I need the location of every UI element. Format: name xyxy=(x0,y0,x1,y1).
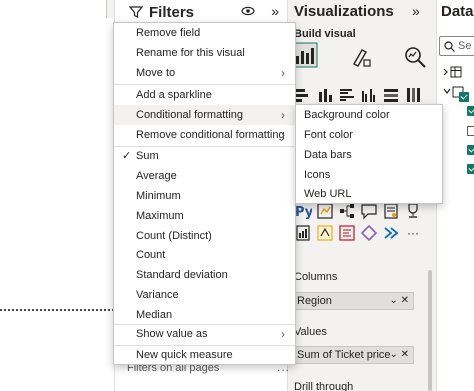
pill-expand-remove-icon[interactable]: ⌄ ✕ xyxy=(389,295,409,306)
chevron-right-icon: › xyxy=(281,66,285,80)
chevron-right-icon: › xyxy=(281,327,285,341)
menu-remove-field[interactable]: Remove field xyxy=(114,23,295,43)
visual-border-dotted xyxy=(0,309,114,311)
report-canvas[interactable] xyxy=(0,0,114,391)
chevron-right-icon: › xyxy=(281,108,285,122)
clustered-column-chart-icon[interactable] xyxy=(360,86,378,104)
decomposition-tree-icon[interactable] xyxy=(338,202,356,220)
values-pill-expand-remove-icon[interactable]: ⌄ ✕ xyxy=(389,349,409,360)
menu-agg-average[interactable]: Average xyxy=(114,166,295,186)
menu-rename-for-visual[interactable]: Rename for this visual xyxy=(114,43,295,63)
drill-through-label: Drill through xyxy=(294,381,354,391)
columns-field-pill[interactable]: Region ⌄ ✕ xyxy=(292,292,414,310)
power-automate-icon[interactable] xyxy=(338,224,356,242)
submenu-data-bars[interactable]: Data bars xyxy=(296,145,442,165)
collapse-filters-icon[interactable]: » xyxy=(271,3,279,19)
menu-item-label: Add a sparkline xyxy=(136,89,212,101)
menu-item-label: Show value as xyxy=(136,328,208,340)
menu-conditional-formatting[interactable]: Conditional formatting › xyxy=(114,105,295,125)
menu-agg-sum[interactable]: ✓ Sum xyxy=(114,146,295,166)
clustered-bar-chart-icon[interactable] xyxy=(338,86,356,104)
menu-item-label: Maximum xyxy=(136,210,184,222)
menu-move-to[interactable]: Move to › xyxy=(114,63,295,83)
menu-item-label: Average xyxy=(136,170,177,182)
menu-remove-conditional-formatting[interactable]: Remove conditional formatting › xyxy=(114,125,295,145)
menu-item-label: Count (Distinct) xyxy=(136,230,212,242)
field-checkbox-3[interactable] xyxy=(467,164,474,174)
chevron-right-icon: › xyxy=(281,128,285,142)
python-visual-icon[interactable]: Py xyxy=(294,202,312,220)
menu-agg-minimum[interactable]: Minimum xyxy=(114,186,295,206)
data-search-placeholder: Se xyxy=(458,40,472,52)
svg-text:Py: Py xyxy=(295,205,312,220)
menu-item-label: Conditional formatting xyxy=(136,109,244,121)
menu-show-value-as[interactable]: Show value as › xyxy=(114,324,295,344)
data-search-input[interactable]: Se xyxy=(439,36,474,56)
menu-item-label: Count xyxy=(136,249,166,261)
menu-item-label: Standard deviation xyxy=(136,269,228,281)
columns-field-name: Region xyxy=(297,295,332,307)
checkmark-icon: ✓ xyxy=(122,150,132,162)
field-checkbox-2[interactable] xyxy=(467,145,474,155)
values-field-name: Sum of Ticket price xyxy=(297,349,391,361)
paginated-report-icon[interactable] xyxy=(294,224,312,242)
submenu-background-color[interactable]: Background color xyxy=(296,105,442,125)
filters-title: Filters xyxy=(149,3,195,21)
smart-narrative-icon[interactable] xyxy=(382,202,400,220)
goals-trophy-icon[interactable] xyxy=(404,202,422,220)
menu-item-label: Move to xyxy=(136,67,176,79)
values-well-label: Values xyxy=(294,326,327,338)
menu-item-label: Sum xyxy=(136,150,159,162)
canvas-edge xyxy=(106,0,114,18)
stacked-bar-chart-icon[interactable] xyxy=(294,86,312,104)
viz-mode-tabs xyxy=(288,42,436,72)
menu-item-label: Variance xyxy=(136,289,179,301)
stacked-column-chart-icon[interactable] xyxy=(316,86,334,104)
menu-item-label: New quick measure xyxy=(136,349,233,361)
collapse-viz-icon[interactable]: » xyxy=(412,3,420,19)
key-influencers-icon[interactable] xyxy=(316,202,334,220)
more-visuals-icon[interactable]: ··· xyxy=(404,224,422,242)
build-visual-label: Build visual xyxy=(294,28,356,40)
submenu-web-url[interactable]: Web URL xyxy=(296,184,442,204)
viz-pane-scrollbar[interactable] xyxy=(428,270,432,391)
qa-visual-icon[interactable] xyxy=(360,202,378,220)
format-visual-icon[interactable] xyxy=(348,44,374,70)
menu-agg-variance[interactable]: Variance xyxy=(114,285,295,305)
field-context-menu: Remove field Rename for this visual Move… xyxy=(113,22,296,365)
menu-agg-count[interactable]: Count xyxy=(114,245,295,265)
values-field-pill[interactable]: Sum of Ticket price ⌄ ✕ xyxy=(292,346,414,364)
visualizations-title: Visualizations xyxy=(294,3,394,20)
submenu-icons[interactable]: Icons xyxy=(296,165,442,185)
filters-header: Filters » xyxy=(115,0,289,24)
menu-agg-standard-deviation[interactable]: Standard deviation xyxy=(114,265,295,285)
power-apps-icon[interactable] xyxy=(316,224,334,242)
field-checkbox-1[interactable] xyxy=(467,106,474,116)
conditional-formatting-submenu: Background color Font color Data bars Ic… xyxy=(295,104,443,204)
menu-new-quick-measure[interactable]: New quick measure xyxy=(114,345,295,365)
submenu-font-color[interactable]: Font color xyxy=(296,125,442,145)
field-checkbox-empty[interactable] xyxy=(467,126,474,136)
power-apps-diamond-icon[interactable] xyxy=(360,224,378,242)
table-a-expander-icon[interactable] xyxy=(443,66,465,78)
analytics-magnifier-icon[interactable] xyxy=(402,44,428,70)
menu-agg-maximum[interactable]: Maximum xyxy=(114,206,295,226)
filter-funnel-icon xyxy=(129,6,143,18)
menu-agg-count-distinct[interactable]: Count (Distinct) xyxy=(114,226,295,246)
table-selected-check-icon xyxy=(459,92,469,102)
100-stacked-bar-icon[interactable] xyxy=(382,86,400,104)
data-title: Data xyxy=(441,3,474,20)
100-stacked-column-icon[interactable] xyxy=(404,86,422,104)
menu-agg-median[interactable]: Median xyxy=(114,305,295,325)
menu-item-label: Remove field xyxy=(136,27,201,39)
menu-item-label: Median xyxy=(136,309,173,321)
automate-chevron-icon[interactable] xyxy=(382,224,400,242)
menu-add-sparkline[interactable]: Add a sparkline xyxy=(114,85,295,105)
search-icon xyxy=(444,41,455,52)
menu-item-label: Minimum xyxy=(136,190,181,202)
eye-icon[interactable] xyxy=(241,5,255,17)
menu-item-label: Remove conditional formatting xyxy=(136,129,285,141)
columns-well-label: Columns xyxy=(294,271,338,283)
menu-item-label: Rename for this visual xyxy=(136,47,245,59)
